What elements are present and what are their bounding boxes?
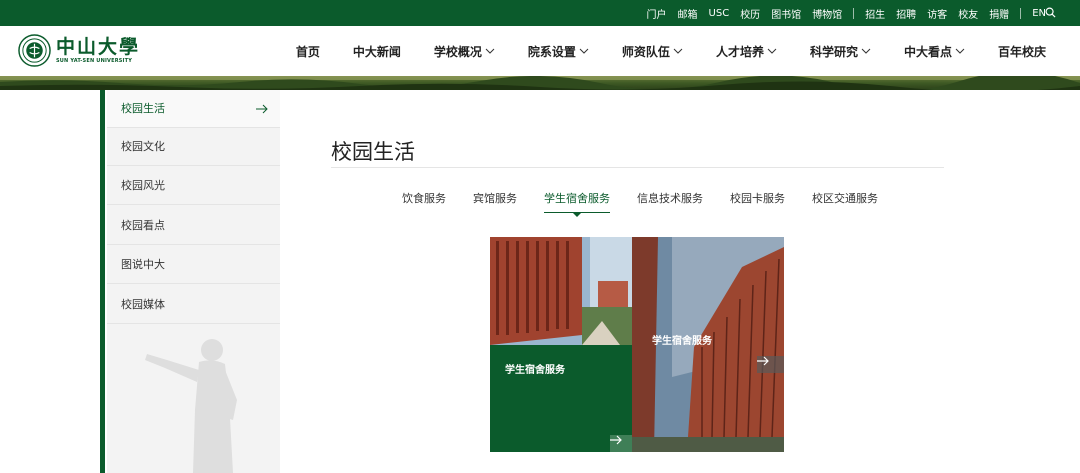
nav-label: 学校概况 (433, 44, 482, 59)
tab-it-services[interactable]: 信息技术服务 (637, 190, 703, 213)
sidebar-item-label: 图说中大 (121, 258, 165, 271)
nav-faculties[interactable]: 院系设置 (528, 43, 589, 60)
utility-link-portal[interactable]: 门户 (647, 6, 667, 21)
university-logo[interactable]: 中山大學 SUN YAT-SEN UNIVERSITY (18, 34, 140, 67)
utility-link-usc[interactable]: USC (709, 8, 730, 19)
sidebar-item-label: 校园文化 (121, 140, 165, 153)
sidebar-item-photo-stories[interactable]: 图说中大 (107, 246, 280, 284)
nav-staff[interactable]: 师资队伍 (622, 43, 683, 60)
tab-dining[interactable]: 饮食服务 (402, 190, 446, 213)
dormitory-photo-image (490, 237, 637, 345)
nav-education[interactable]: 人才培养 (716, 43, 777, 60)
utility-link-donate[interactable]: 捐赠 (989, 6, 1009, 21)
chevron-down-icon (485, 48, 495, 54)
logo-english-name: SUN YAT-SEN UNIVERSITY (56, 57, 133, 64)
sidebar-item-label: 校园生活 (121, 102, 165, 115)
utility-link-admission[interactable]: 招生 (865, 6, 885, 21)
chevron-down-icon (861, 48, 871, 54)
sidebar-accent-bar (100, 90, 105, 473)
chevron-down-icon (767, 48, 777, 54)
chevron-down-icon (579, 48, 589, 54)
sidebar-item-campus-highlights[interactable]: 校园看点 (107, 207, 280, 245)
language-switch[interactable]: EN (1032, 8, 1046, 19)
sidebar: 校园生活 校园文化 校园风光 校园看点 图说中大 校园媒体 (107, 90, 280, 473)
sidebar-item-campus-scenery[interactable]: 校园风光 (107, 167, 280, 205)
chevron-down-icon (673, 48, 683, 54)
nav-label: 中大看点 (903, 44, 952, 59)
nav-label: 中大新闻 (352, 44, 401, 59)
banner-image-strip (0, 76, 1080, 90)
card-label: 学生宿舍服务 (652, 336, 712, 347)
search-icon[interactable] (1045, 7, 1056, 18)
main-nav: 首页 中大新闻 学校概况 院系设置 师资队伍 人才培养 科学研究 中大看点 百年… (263, 26, 1046, 76)
utility-link-alumni[interactable]: 校友 (958, 6, 978, 21)
nav-label: 院系设置 (527, 44, 576, 59)
tab-hotel[interactable]: 宾馆服务 (473, 190, 517, 213)
sidebar-item-campus-culture[interactable]: 校园文化 (107, 128, 280, 166)
nav-highlights[interactable]: 中大看点 (904, 43, 965, 60)
utility-link-mail[interactable]: 邮箱 (678, 6, 698, 21)
arrow-right-icon (256, 104, 268, 114)
card-label: 学生宿舍服务 (505, 365, 565, 376)
nav-about[interactable]: 学校概况 (434, 43, 495, 60)
arrow-right-icon (757, 356, 769, 366)
utility-link-library[interactable]: 图书馆 (771, 6, 801, 21)
utility-link-calendar[interactable]: 校历 (740, 6, 760, 21)
sidebar-item-campus-life[interactable]: 校园生活 (107, 90, 280, 128)
university-seal-icon (18, 34, 51, 67)
nav-label: 人才培养 (715, 44, 764, 59)
arrow-right-icon (610, 435, 622, 445)
nav-research[interactable]: 科学研究 (810, 43, 871, 60)
utility-divider (1020, 7, 1022, 19)
service-tabs: 饮食服务 宾馆服务 学生宿舍服务 信息技术服务 校园卡服务 校区交通服务 (402, 190, 905, 217)
utility-link-jobs[interactable]: 招聘 (896, 6, 916, 21)
nav-news[interactable]: 中大新闻 (353, 43, 401, 60)
logo-chinese-name: 中山大學 (56, 35, 141, 58)
nav-label: 首页 (295, 44, 320, 59)
utility-divider (853, 7, 855, 19)
card-arrow-button[interactable] (757, 356, 784, 373)
statue-watermark-image (145, 339, 237, 473)
nav-label: 师资队伍 (621, 44, 670, 59)
sidebar-item-label: 校园看点 (121, 219, 165, 232)
utility-link-museum[interactable]: 博物馆 (812, 6, 842, 21)
top-utility-bar: 门户 邮箱 USC 校历 图书馆 博物馆 招生 招聘 访客 校友 捐赠 EN (0, 0, 1080, 26)
nav-label: 百年校庆 (997, 44, 1046, 59)
tab-transport[interactable]: 校区交通服务 (812, 190, 878, 213)
sidebar-item-label: 校园风光 (121, 179, 165, 192)
utility-links: 门户 邮箱 USC 校历 图书馆 博物馆 招生 招聘 访客 校友 捐赠 EN (636, 0, 1046, 26)
utility-link-visitor[interactable]: 访客 (927, 6, 947, 21)
chevron-down-icon (955, 48, 965, 54)
site-header: 中山大學 SUN YAT-SEN UNIVERSITY 首页 中大新闻 学校概况… (0, 26, 1080, 76)
foliage-banner-image (0, 76, 1080, 90)
sidebar-item-campus-media[interactable]: 校园媒体 (107, 286, 280, 324)
dormitory-card-secondary[interactable]: 学生宿舍服务 (632, 237, 784, 452)
nav-home[interactable]: 首页 (296, 43, 320, 60)
sidebar-item-label: 校园媒体 (121, 298, 165, 311)
page-title: 校园生活 (331, 140, 415, 164)
tab-dormitory[interactable]: 学生宿舍服务 (544, 190, 610, 217)
title-divider (331, 167, 944, 168)
dormitory-card-primary[interactable]: 学生宿舍服务 (490, 237, 637, 452)
tab-campus-card[interactable]: 校园卡服务 (730, 190, 785, 213)
nav-label: 科学研究 (809, 44, 858, 59)
nav-centennial[interactable]: 百年校庆 (998, 43, 1046, 60)
